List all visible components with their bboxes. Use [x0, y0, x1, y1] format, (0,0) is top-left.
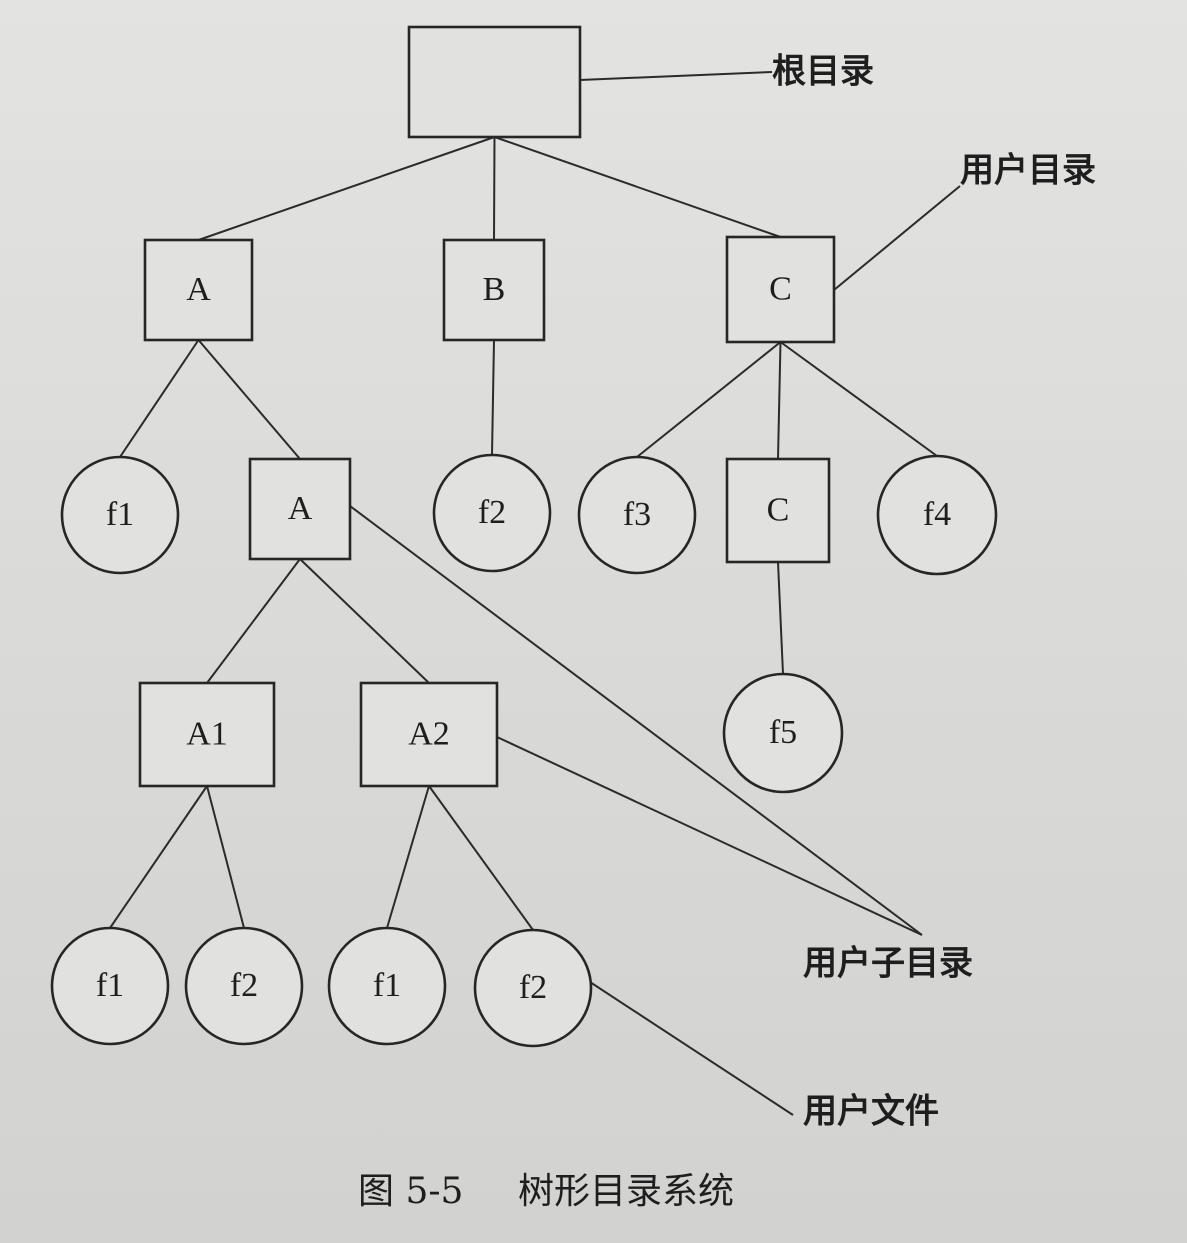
- edge-C_C-C_C_f5: [777, 561, 784, 675]
- file-node-A2_f1: f1: [327, 926, 447, 1046]
- node-label: C: [769, 270, 792, 307]
- leader-line-user-directory-0: [833, 185, 961, 291]
- file-node-C_C_f5: f5: [722, 672, 844, 794]
- edge-root-A: [198, 136, 495, 241]
- node-label: A: [186, 271, 211, 308]
- directory-node-A1: A1: [138, 681, 276, 788]
- node-label: A1: [186, 715, 228, 752]
- edge-C-C_f3: [636, 341, 782, 458]
- node-label: f1: [373, 967, 401, 1004]
- file-node-B_f2: f2: [432, 453, 552, 573]
- node-label: f1: [96, 967, 124, 1004]
- directory-node-C_C: C: [725, 457, 831, 564]
- directory-node-A: A: [143, 238, 254, 342]
- edge-A-A_f1: [119, 339, 200, 458]
- node-label: A: [288, 490, 313, 527]
- node-label: f2: [230, 967, 258, 1004]
- annotation-user-subdirectory: 用户子目录: [803, 944, 973, 984]
- annotation-user-file: 用户文件: [803, 1092, 939, 1132]
- figure-caption: 图 5-5 树形目录系统: [358, 1171, 734, 1212]
- file-node-A1_f2: f2: [184, 926, 304, 1046]
- edge-A_A-A1: [206, 558, 301, 684]
- leader-line-root-directory-0: [579, 71, 773, 81]
- edge-A2-A2_f1: [386, 785, 430, 929]
- tree-directory-diagram: A B Cf1 Af2 f3 Cf4 f5 A1 A2 f1 f2 f1 f2 根目录用户目录用户子目录…: [0, 0, 1187, 1243]
- node-label: f4: [923, 496, 951, 533]
- file-node-A2_f2: f2: [473, 928, 593, 1048]
- directory-node-A2: A2: [359, 681, 499, 788]
- caption-figure-number: 图 5-5: [358, 1171, 463, 1212]
- annotation-user-directory: 用户目录: [960, 151, 1096, 191]
- node-label: f2: [478, 494, 506, 531]
- edge-C-C_C: [777, 341, 782, 460]
- annotation-root-directory: 根目录: [772, 52, 874, 92]
- directory-node-A_A: A: [248, 457, 352, 561]
- directory-node-root: [407, 25, 582, 139]
- edge-root-B: [493, 136, 496, 241]
- edge-A2-A2_f2: [428, 785, 534, 931]
- node-label: f2: [519, 969, 547, 1006]
- node-label: f5: [769, 714, 797, 751]
- annotation-labels-layer: 根目录用户目录用户子目录用户文件: [772, 52, 1096, 1132]
- node-label: f3: [623, 496, 651, 533]
- node-label: f1: [106, 496, 134, 533]
- edge-root-C: [494, 136, 781, 238]
- diagram-canvas: A B Cf1 Af2 f3 Cf4 f5 A1 A2 f1 f2 f1 f2 根目录用户目录用户子目录…: [50, 25, 1096, 1212]
- edge-A-A_A: [197, 339, 301, 460]
- edge-A1-A1_f2: [206, 785, 245, 929]
- edge-B-B_f2: [491, 339, 495, 456]
- edge-C-C_f4: [779, 341, 938, 457]
- directory-node-B: B: [442, 238, 546, 342]
- directory-node-C: C: [725, 235, 836, 344]
- nodes-layer: A B Cf1 Af2 f3 Cf4 f5 A1 A2 f1 f2 f1 f2: [50, 25, 998, 1048]
- file-node-C_f3: f3: [577, 455, 697, 575]
- node-label: A2: [408, 715, 450, 752]
- file-node-A1_f1: f1: [50, 926, 170, 1046]
- directory-box: [407, 25, 582, 139]
- leader-line-user-subdirectory-1: [496, 736, 923, 936]
- edge-A1-A1_f1: [109, 785, 208, 929]
- node-label: B: [483, 271, 506, 308]
- caption-title: 树形目录系统: [518, 1171, 734, 1212]
- file-node-A_f1: f1: [60, 455, 180, 575]
- file-node-C_f4: f4: [876, 454, 998, 576]
- node-label: C: [767, 491, 790, 528]
- leader-line-user-file-0: [589, 981, 794, 1116]
- edge-A_A-A2: [299, 558, 430, 684]
